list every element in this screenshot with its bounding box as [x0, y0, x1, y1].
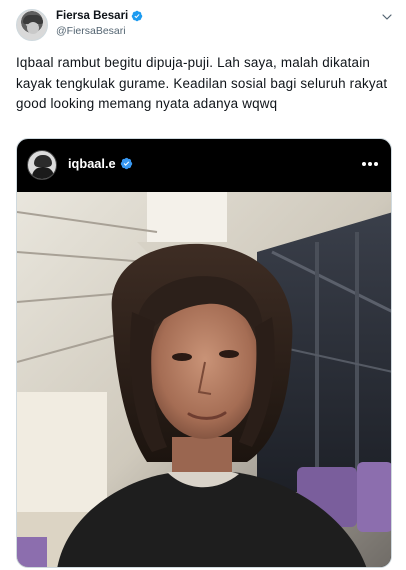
selfie-photo-illustration	[17, 192, 391, 567]
tweet-card: Fiersa Besari @FiersaBesari Iqbaal rambu…	[0, 0, 406, 570]
author-name-row: Fiersa Besari	[56, 10, 143, 22]
embedded-instagram-post[interactable]: iqbaal.e	[16, 138, 392, 568]
chevron-down-icon[interactable]	[381, 11, 393, 23]
instagram-username[interactable]: iqbaal.e	[68, 156, 116, 171]
author-handle[interactable]: @FiersaBesari	[56, 25, 126, 37]
tweet-text: Iqbaal rambut begitu dipuja-puji. Lah sa…	[16, 55, 388, 111]
author-display-name[interactable]: Fiersa Besari	[56, 10, 128, 22]
verified-badge-icon	[132, 10, 143, 22]
instagram-user-row: iqbaal.e	[68, 156, 133, 171]
verified-badge-icon	[120, 157, 132, 170]
instagram-avatar[interactable]	[27, 150, 57, 180]
more-horizontal-icon[interactable]	[361, 161, 379, 167]
selfie-photo[interactable]	[17, 192, 391, 567]
author-avatar[interactable]	[16, 9, 48, 41]
